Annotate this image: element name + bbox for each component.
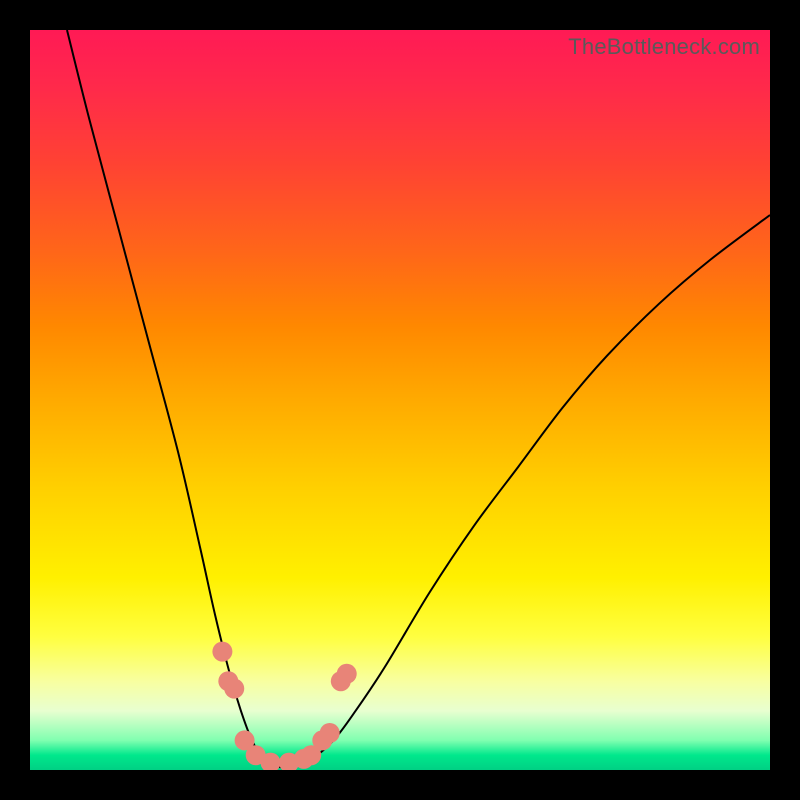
markers-group [212,642,356,770]
data-marker [212,642,232,662]
data-marker [320,723,340,743]
chart-frame: TheBottleneck.com [0,0,800,800]
plot-area: TheBottleneck.com [30,30,770,770]
data-marker [337,664,357,684]
data-marker [224,679,244,699]
chart-svg [30,30,770,770]
curve-path [67,30,770,767]
